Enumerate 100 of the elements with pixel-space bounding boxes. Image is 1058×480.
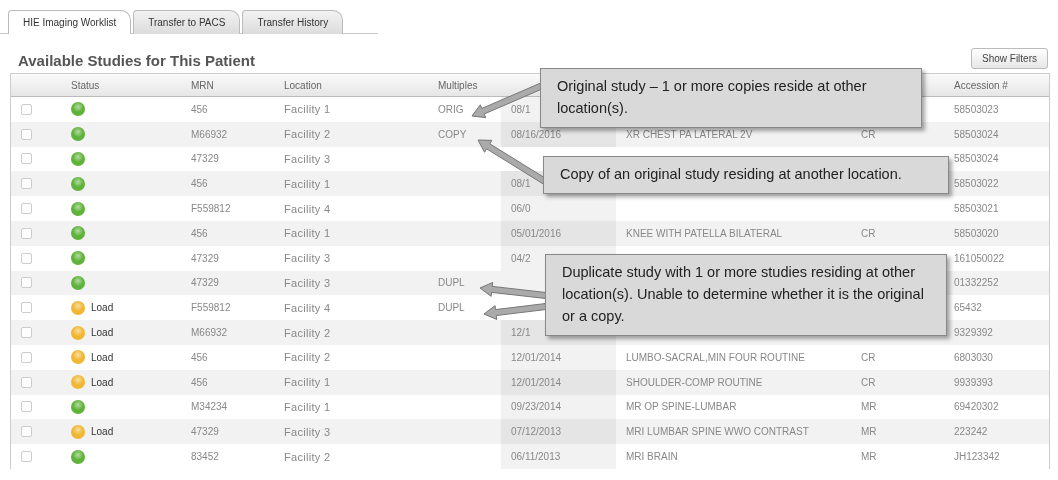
mrn-cell: 47329 <box>191 153 219 165</box>
description-cell: KNEE WITH PATELLA BILATERAL <box>626 227 783 239</box>
accession-cell: JH123342 <box>954 451 1000 463</box>
mrn-cell: 456 <box>191 178 208 190</box>
accession-cell: 58503020 <box>954 227 999 239</box>
column-header[interactable]: MRN <box>191 79 214 91</box>
description-cell: LUMBO-SACRAL,MIN FOUR ROUTINE <box>626 351 805 363</box>
multiples-cell: DUPL <box>438 277 465 289</box>
location-cell: Facility 2 <box>284 128 331 141</box>
date-cell: 12/01/2014 <box>511 376 562 388</box>
mrn-cell: 456 <box>191 227 208 239</box>
tab[interactable]: HIE Imaging Worklist <box>8 10 132 34</box>
row-checkbox[interactable] <box>21 426 32 438</box>
callout-note: Original study – 1 or more copies reside at other location(s). <box>540 68 922 128</box>
date-cell: 07/12/2013 <box>511 426 562 438</box>
mrn-cell: 47329 <box>191 426 219 438</box>
mrn-cell: M34234 <box>191 401 228 413</box>
date-cell: 04/2 <box>511 252 531 264</box>
location-cell: Facility 1 <box>284 103 331 116</box>
row-checkbox[interactable] <box>21 153 32 165</box>
status-label: Load <box>91 351 114 363</box>
mrn-cell: F559812 <box>191 203 231 215</box>
location-cell: Facility 3 <box>284 252 331 265</box>
accession-cell: 223242 <box>954 426 988 438</box>
row-checkbox[interactable] <box>21 128 32 140</box>
location-cell: Facility 1 <box>284 177 331 190</box>
location-cell: Facility 2 <box>284 326 331 339</box>
accession-cell: 9939393 <box>954 376 993 388</box>
row-checkbox[interactable] <box>21 302 32 314</box>
location-cell: Facility 3 <box>284 425 331 438</box>
location-cell: Facility 1 <box>284 400 331 413</box>
status-label: Load <box>91 426 114 438</box>
location-cell: Facility 4 <box>284 301 331 314</box>
modality-cell: MR <box>861 451 877 463</box>
mrn-cell: 456 <box>191 103 208 115</box>
description-cell: MRI LUMBAR SPINE WWO CONTRAST <box>626 426 809 438</box>
mrn-cell: F559812 <box>191 302 231 314</box>
row-checkbox[interactable] <box>21 327 32 339</box>
accession-cell: 58503023 <box>954 103 999 115</box>
date-cell: 08/1 <box>511 178 531 190</box>
description-cell: XR CHEST PA LATERAL 2V <box>626 128 753 140</box>
row-checkbox[interactable] <box>21 451 32 463</box>
mrn-cell: 47329 <box>191 252 219 264</box>
status-label: Load <box>91 302 114 314</box>
mrn-cell: 456 <box>191 376 208 388</box>
callout-note: Copy of an original study residing at another location. <box>543 156 949 194</box>
modality-cell: MR <box>861 401 877 413</box>
modality-cell: CR <box>861 376 876 388</box>
row-checkbox[interactable] <box>21 178 32 190</box>
modality-cell: MR <box>861 426 877 438</box>
accession-cell: 58503021 <box>954 203 999 215</box>
row-checkbox[interactable] <box>21 351 32 363</box>
mrn-cell: M66932 <box>191 327 228 339</box>
column-header[interactable]: Status <box>71 79 100 91</box>
location-cell: Facility 2 <box>284 450 331 463</box>
status-label: Load <box>91 327 114 339</box>
location-cell: Facility 3 <box>284 153 331 165</box>
location-cell: Facility 1 <box>284 227 331 240</box>
accession-cell: 65432 <box>954 302 982 314</box>
date-cell: 06/0 <box>511 203 531 215</box>
location-cell: Facility 1 <box>284 376 331 389</box>
date-cell: 06/11/2013 <box>511 451 561 463</box>
mrn-cell: 47329 <box>191 277 219 289</box>
row-checkbox[interactable] <box>21 376 32 388</box>
row-checkbox[interactable] <box>21 401 32 413</box>
location-cell: Facility 4 <box>284 202 331 215</box>
location-cell: Facility 2 <box>284 351 331 364</box>
date-cell: 08/16/2016 <box>511 128 562 140</box>
tab[interactable]: Transfer History <box>242 10 344 34</box>
mrn-cell: 456 <box>191 351 208 363</box>
section-title: Available Studies for This Patient <box>18 52 255 69</box>
column-header[interactable]: Accession # <box>954 79 1008 91</box>
row-checkbox[interactable] <box>21 103 32 115</box>
date-cell: 08/1 <box>511 103 531 115</box>
date-cell: 12/1 <box>511 327 531 339</box>
description-cell: SHOULDER-COMP ROUTINE <box>626 376 763 388</box>
accession-cell: 58503024 <box>954 128 999 140</box>
tab[interactable]: Transfer to PACS <box>133 10 241 34</box>
row-checkbox[interactable] <box>21 203 32 215</box>
accession-cell: 6803030 <box>954 351 993 363</box>
description-cell: MR OP SPINE-LUMBAR <box>626 401 737 413</box>
status-label: Load <box>91 376 114 388</box>
callout-note: Duplicate study with 1 or more studies residing at other location(s). Unable to determine whether it is the original or a copy. <box>545 254 947 336</box>
multiples-cell: ORIG <box>438 103 464 115</box>
description-cell: MRI BRAIN <box>626 451 678 463</box>
show-filters-button[interactable]: Show Filters <box>971 48 1048 69</box>
accession-cell: 01332252 <box>954 277 999 289</box>
row-checkbox[interactable] <box>21 227 32 239</box>
location-cell: Facility 3 <box>284 276 331 289</box>
accession-cell: 69420302 <box>954 401 999 413</box>
accession-cell: 58503024 <box>954 153 999 165</box>
column-header[interactable]: Multiples <box>438 79 478 91</box>
modality-cell: CR <box>861 128 876 140</box>
column-header[interactable]: Location <box>284 79 322 91</box>
date-cell: 05/01/2016 <box>511 227 562 239</box>
row-checkbox[interactable] <box>21 252 32 264</box>
row-checkbox[interactable] <box>21 277 32 289</box>
date-cell: 12/01/2014 <box>511 351 562 363</box>
accession-cell: 58503022 <box>954 178 999 190</box>
modality-cell: CR <box>861 227 876 239</box>
